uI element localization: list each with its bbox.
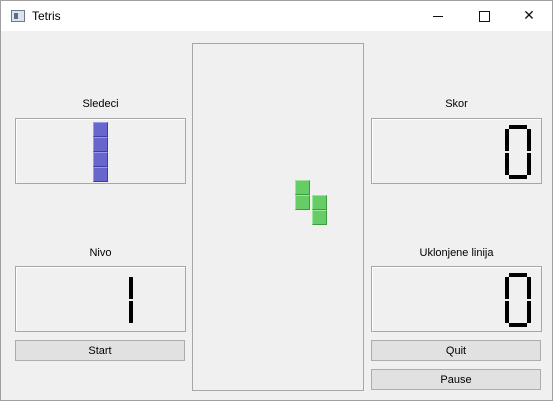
level-display — [15, 266, 186, 332]
tetris-window: Tetris ✕ Sledeci Nivo Start Skor Uklonje… — [0, 0, 553, 401]
lcd-segment — [527, 301, 531, 323]
lcd-digit — [505, 273, 531, 327]
lines-display — [371, 266, 542, 332]
maximize-icon — [478, 10, 490, 22]
lcd-segment — [129, 277, 133, 299]
title-bar[interactable]: Tetris ✕ — [1, 1, 552, 31]
lines-lcd — [505, 273, 531, 327]
window-title: Tetris — [32, 9, 61, 23]
lcd-segment — [129, 301, 133, 323]
start-button[interactable]: Start — [15, 340, 185, 361]
quit-button[interactable]: Quit — [371, 340, 541, 361]
close-button[interactable]: ✕ — [506, 1, 552, 31]
current-piece-block — [295, 195, 310, 210]
current-piece-block — [295, 180, 310, 195]
lcd-segment — [509, 323, 527, 327]
next-label: Sledeci — [82, 98, 119, 110]
minimize-icon — [433, 15, 443, 17]
lines-label: Uklonjene linija — [419, 247, 494, 259]
level-label: Nivo — [89, 247, 112, 259]
lcd-segment — [505, 129, 509, 151]
next-piece-block — [93, 122, 108, 137]
next-piece-panel — [15, 118, 186, 184]
lcd-segment — [509, 175, 527, 179]
pause-button[interactable]: Pause — [371, 369, 541, 390]
current-piece-block — [312, 195, 327, 210]
lcd-segment — [505, 277, 509, 299]
next-piece-block — [93, 137, 108, 152]
minimize-button[interactable] — [415, 1, 461, 31]
maximize-button[interactable] — [461, 1, 507, 31]
app-icon — [11, 10, 25, 22]
current-piece-block — [312, 210, 327, 225]
lcd-segment — [505, 153, 509, 175]
close-icon: ✕ — [523, 8, 535, 24]
lcd-segment — [527, 129, 531, 151]
lcd-digit — [505, 125, 531, 179]
lcd-segment — [509, 273, 527, 277]
lcd-segment — [527, 277, 531, 299]
lcd-segment — [505, 301, 509, 323]
lcd-segment — [527, 153, 531, 175]
lcd-digit — [107, 273, 133, 327]
level-lcd — [107, 273, 133, 323]
score-display — [371, 118, 542, 184]
score-label: Skor — [445, 98, 468, 110]
next-piece-block — [93, 167, 108, 182]
lcd-segment — [509, 125, 527, 129]
game-board[interactable] — [192, 43, 364, 391]
next-piece-block — [93, 152, 108, 167]
score-lcd — [505, 125, 531, 179]
